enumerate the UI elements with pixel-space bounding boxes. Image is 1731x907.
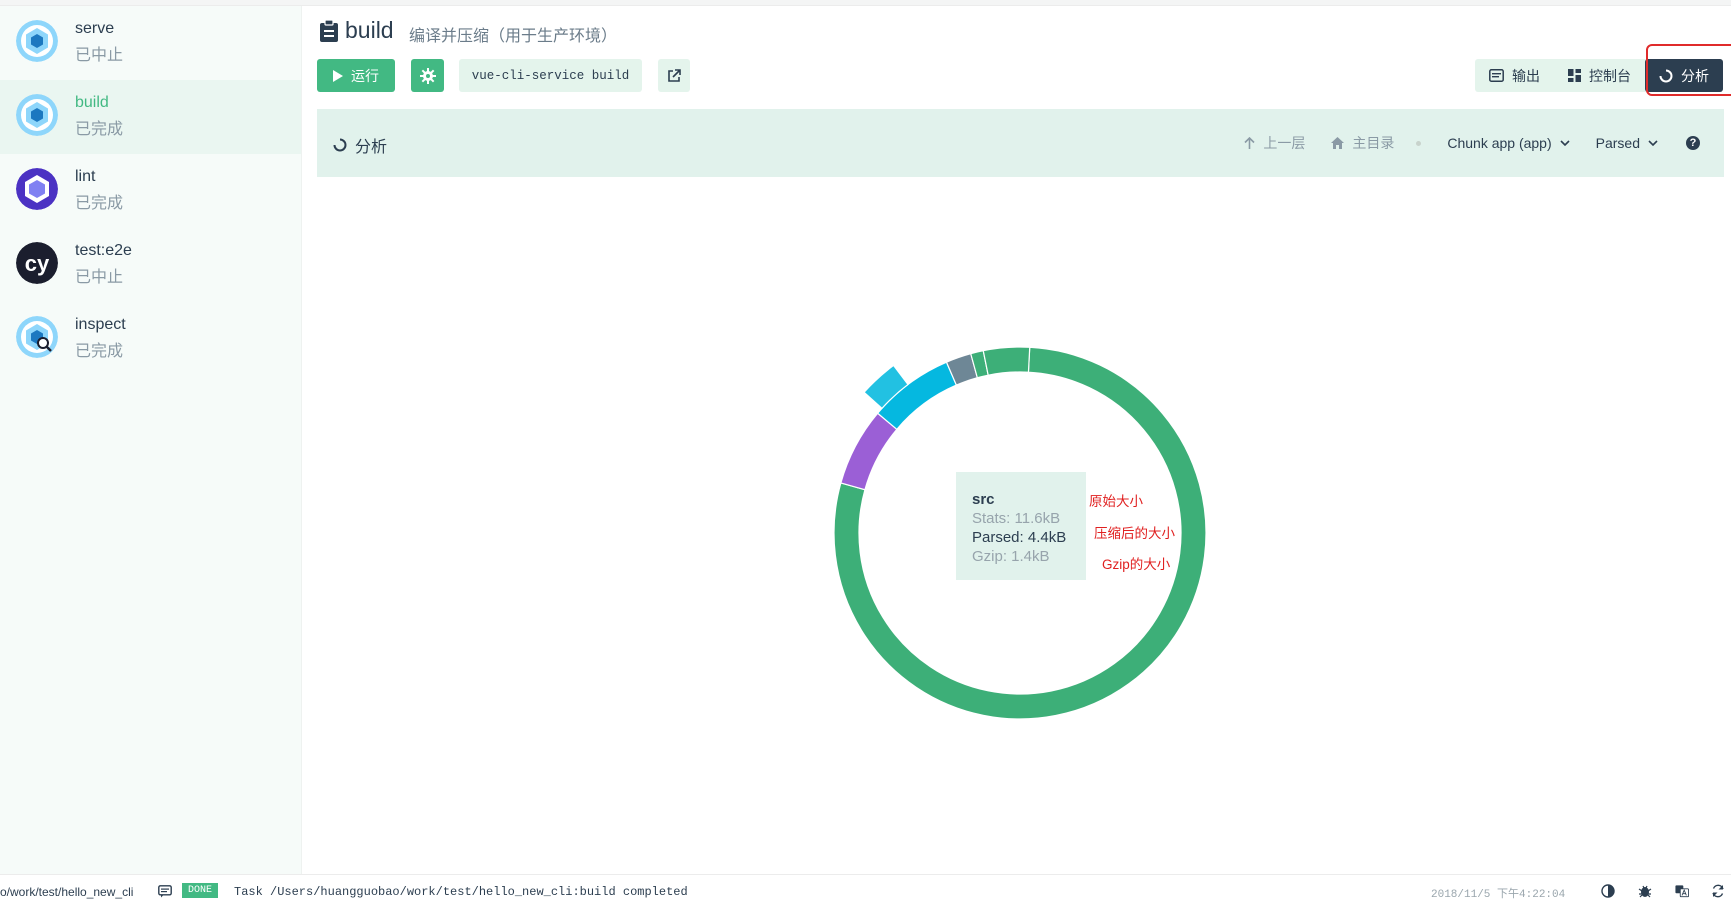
task-item-serve[interactable]: serve 已中止 xyxy=(0,6,301,80)
page-subtitle: 编译并压缩（用于生产环境） xyxy=(409,28,618,45)
annotation-compressed-size: 压缩后的大小 xyxy=(1094,526,1175,541)
tooltip-stats: Stats: 11.6kB xyxy=(972,510,1061,527)
tab-output-label: 输出 xyxy=(1512,67,1540,84)
task-status: 已完成 xyxy=(75,121,124,138)
cypress-icon: cy xyxy=(16,242,58,284)
task-item-inspect[interactable]: inspect 已完成 xyxy=(0,302,301,376)
dark-mode-icon[interactable] xyxy=(1601,884,1615,898)
separator-dot xyxy=(1416,140,1422,146)
chunk-select[interactable]: Chunk app (app) xyxy=(1447,135,1570,151)
size-select[interactable]: Parsed xyxy=(1596,135,1658,151)
task-name: inspect xyxy=(75,316,126,333)
open-external-button[interactable] xyxy=(658,59,690,92)
timestamp: 2018/11/5 下午4:22:04 xyxy=(1431,889,1566,901)
analyzer-toolbar: 分析 上一层 主目录 Chunk app (app) Parsed ? xyxy=(317,109,1724,177)
cypress-logo-text: cy xyxy=(25,251,50,276)
sunburst-segment[interactable] xyxy=(982,346,1031,376)
run-button[interactable]: 运行 xyxy=(317,59,395,92)
task-item-lint[interactable]: lint 已完成 xyxy=(0,154,301,228)
clipboard-icon xyxy=(320,19,338,42)
refresh-icon[interactable] xyxy=(1711,884,1725,898)
terminal-icon xyxy=(1489,69,1504,82)
home-label: 主目录 xyxy=(1352,135,1395,151)
tab-dashboard[interactable]: 控制台 xyxy=(1554,59,1645,92)
go-up-label: 上一层 xyxy=(1263,135,1306,151)
open-external-icon xyxy=(668,68,681,82)
arrow-up-icon xyxy=(1244,137,1255,149)
tooltip-parsed: Parsed: 4.4kB xyxy=(972,529,1067,546)
analyzer-controls: 上一层 主目录 Chunk app (app) Parsed ? xyxy=(1218,133,1700,153)
home-icon xyxy=(1331,137,1345,149)
go-up-button[interactable]: 上一层 xyxy=(1244,133,1305,153)
task-name: serve xyxy=(75,20,115,37)
tooltip-gzip: Gzip: 1.4kB xyxy=(972,548,1050,565)
chevron-down-icon xyxy=(1648,140,1658,146)
task-item-test-e2e[interactable]: cy test:e2e 已中止 xyxy=(0,228,301,302)
chunk-select-value: Chunk app (app) xyxy=(1447,135,1552,151)
run-label: 运行 xyxy=(351,67,379,84)
task-name: test:e2e xyxy=(75,242,132,259)
help-icon[interactable]: ? xyxy=(1686,136,1700,150)
webpack-icon xyxy=(16,94,58,136)
webpack-icon xyxy=(16,20,58,62)
webpack-inspect-icon xyxy=(16,316,58,358)
play-icon xyxy=(333,69,343,82)
home-button[interactable]: 主目录 xyxy=(1331,133,1394,153)
task-status: 已完成 xyxy=(75,195,124,212)
chevron-down-icon xyxy=(1560,140,1570,146)
task-name: lint xyxy=(75,168,96,185)
bug-icon[interactable] xyxy=(1638,884,1652,898)
task-item-build[interactable]: build 已完成 xyxy=(0,80,301,154)
status-bar: o/work/test/hello_new_cli DONE Task /Use… xyxy=(0,874,1731,907)
task-status: 已完成 xyxy=(75,343,124,360)
tooltip-name: src xyxy=(972,491,995,508)
analyze-icon xyxy=(333,138,347,152)
project-path[interactable]: o/work/test/hello_new_cli xyxy=(0,885,133,899)
task-sidebar: serve 已中止 build 已完成 lint 已完成 cy test:e2e… xyxy=(0,6,302,874)
translate-icon[interactable] xyxy=(1675,884,1689,898)
task-status: 已中止 xyxy=(75,269,124,286)
sunburst-segment[interactable] xyxy=(840,412,898,491)
page-title: build xyxy=(345,17,394,43)
tab-output[interactable]: 输出 xyxy=(1475,59,1554,92)
highlight-box xyxy=(1646,44,1731,96)
tab-dashboard-label: 控制台 xyxy=(1589,67,1631,84)
gear-icon xyxy=(419,67,436,84)
command-display[interactable]: vue-cli-service build xyxy=(459,59,642,92)
annotation-gzip-size: Gzip的大小 xyxy=(1102,557,1171,572)
log-message: Task /Users/huangguobao/work/test/hello_… xyxy=(234,885,688,899)
message-icon[interactable] xyxy=(158,885,172,898)
annotation-original-size: 原始大小 xyxy=(1089,494,1143,509)
size-select-value: Parsed xyxy=(1595,135,1640,151)
analyzer-title: 分析 xyxy=(333,133,387,157)
analyzer-title-label: 分析 xyxy=(355,139,388,156)
chunk-tooltip: src Stats: 11.6kB Parsed: 4.4kB Gzip: 1.… xyxy=(956,472,1086,580)
task-name: build xyxy=(75,94,109,111)
task-status: 已中止 xyxy=(75,47,124,64)
settings-button[interactable] xyxy=(411,59,444,92)
status-badge: DONE xyxy=(182,883,219,898)
eslint-icon xyxy=(16,168,58,210)
dashboard-icon xyxy=(1568,69,1581,82)
